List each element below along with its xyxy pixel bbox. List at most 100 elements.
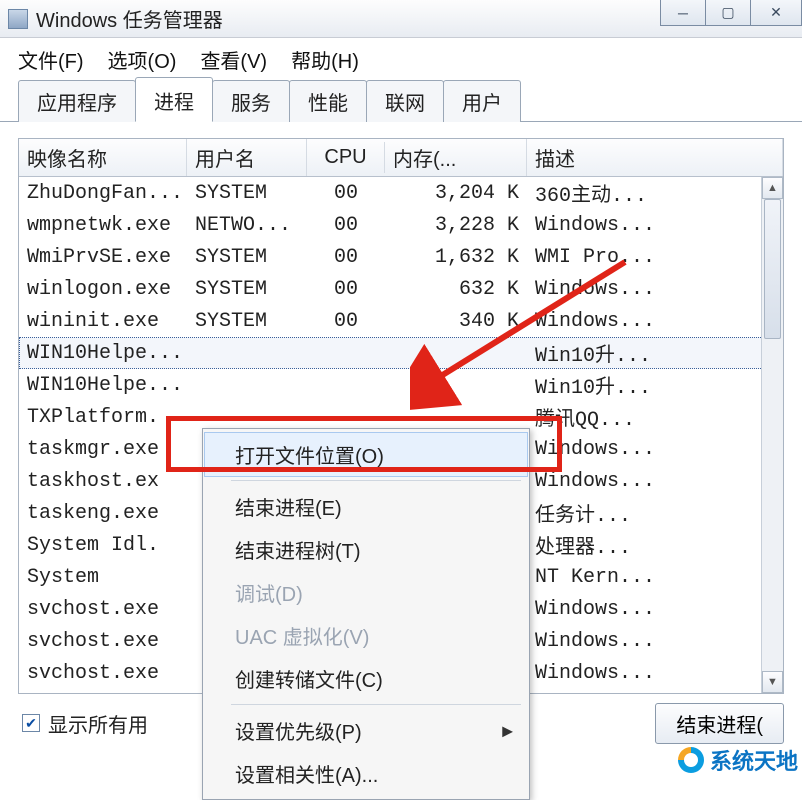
description-cell: Windows... [527,466,783,497]
table-row[interactable]: wininit.exeSYSTEM00340 KWindows... [19,305,783,337]
image-name-cell: taskeng.exe [19,498,187,529]
cpu-cell: 00 [307,274,385,305]
ctx-create-dump[interactable]: 创建转储文件(C) [205,657,527,700]
table-row[interactable]: ZhuDongFan...SYSTEM003,204 K360主动... [19,177,783,209]
menu-view[interactable]: 查看(V) [194,41,273,78]
tab-users[interactable]: 用户 [443,80,521,122]
table-row[interactable]: WIN10Helpe...Win10升... [19,369,783,401]
menu-help[interactable]: 帮助(H) [285,41,365,78]
ctx-open-file-location[interactable]: 打开文件位置(O) [204,432,528,477]
image-name-cell: WIN10Helpe... [19,338,187,369]
scroll-up-arrow[interactable]: ▲ [762,177,783,199]
ctx-uac-virtualization: UAC 虚拟化(V) [205,614,527,657]
memory-cell [385,381,527,389]
end-process-button[interactable]: 结束进程( [655,703,784,744]
col-cpu[interactable]: CPU [307,142,385,173]
description-cell: NT Kern... [527,562,783,593]
window-controls: ─ ▢ ✕ [661,0,802,26]
tab-processes[interactable]: 进程 [135,77,213,122]
ctx-end-process-tree[interactable]: 结束进程树(T) [205,528,527,571]
col-image-name[interactable]: 映像名称 [19,139,187,176]
description-cell: Windows... [527,658,783,689]
ctx-set-priority[interactable]: 设置优先级(P) ▶ [205,709,527,752]
tab-strip: 应用程序 进程 服务 性能 联网 用户 [0,76,802,122]
description-cell: 腾讯QQ... [527,398,783,436]
image-name-cell: svchost.exe [19,626,187,657]
minimize-button[interactable]: ─ [660,0,706,26]
user-cell: SYSTEM [187,306,307,337]
watermark-text: 系统天地 [710,744,798,776]
table-row[interactable]: winlogon.exeSYSTEM00632 KWindows... [19,273,783,305]
memory-cell: 340 K [385,306,527,337]
user-cell: NETWO... [187,210,307,241]
checkbox-icon: ✔ [22,714,40,732]
image-name-cell: svchost.exe [19,658,187,689]
col-user-name[interactable]: 用户名 [187,139,307,176]
memory-cell: 632 K [385,274,527,305]
ctx-set-affinity[interactable]: 设置相关性(A)... [205,752,527,795]
memory-cell: 3,204 K [385,178,527,209]
description-cell: 处理器... [527,526,783,564]
cpu-cell [307,349,385,357]
user-cell: SYSTEM [187,242,307,273]
col-description[interactable]: 描述 [527,139,783,176]
memory-cell: 3,228 K [385,210,527,241]
cpu-cell [307,413,385,421]
image-name-cell: TXPlatform. [19,402,187,433]
description-cell: Windows... [527,306,783,337]
tab-performance[interactable]: 性能 [289,80,367,122]
window-title: Windows 任务管理器 [36,4,223,33]
image-name-cell: taskhost.ex [19,466,187,497]
description-cell: Windows... [527,594,783,625]
watermark-icon [678,747,704,773]
ctx-debug: 调试(D) [205,571,527,614]
user-cell [187,413,307,421]
image-name-cell: WIN10Helpe... [19,370,187,401]
description-cell: Windows... [527,210,783,241]
image-name-cell: taskmgr.exe [19,434,187,465]
ctx-separator [231,704,521,705]
image-name-cell: ZhuDongFan... [19,178,187,209]
cpu-cell: 00 [307,178,385,209]
cpu-cell: 00 [307,306,385,337]
table-row[interactable]: WmiPrvSE.exeSYSTEM001,632 KWMI Pro... [19,241,783,273]
image-name-cell: winlogon.exe [19,274,187,305]
memory-cell [385,413,527,421]
app-icon [8,9,28,29]
table-row[interactable]: wmpnetwk.exeNETWO...003,228 KWindows... [19,209,783,241]
menu-options[interactable]: 选项(O) [102,41,183,78]
user-cell [187,349,307,357]
title-bar: Windows 任务管理器 ─ ▢ ✕ [0,0,802,38]
submenu-arrow-icon: ▶ [502,722,513,739]
table-row[interactable]: WIN10Helpe...Win10升... [19,337,783,369]
ctx-set-priority-label: 设置优先级(P) [235,722,362,744]
vertical-scrollbar[interactable]: ▲ ▼ [761,177,783,693]
cpu-cell [307,381,385,389]
description-cell: 360主动... [527,174,783,212]
menu-file[interactable]: 文件(F) [12,41,90,78]
ctx-end-process[interactable]: 结束进程(E) [205,485,527,528]
tab-networking[interactable]: 联网 [366,80,444,122]
description-cell: Windows... [527,434,783,465]
show-all-users-label: 显示所有用 [48,709,148,738]
scroll-thumb[interactable] [764,199,781,339]
menu-bar: 文件(F) 选项(O) 查看(V) 帮助(H) [0,38,802,76]
col-memory[interactable]: 内存(... [385,139,527,176]
cpu-cell: 00 [307,210,385,241]
scroll-track[interactable] [762,199,783,671]
image-name-cell: WmiPrvSE.exe [19,242,187,273]
cpu-cell: 00 [307,242,385,273]
scroll-down-arrow[interactable]: ▼ [762,671,783,693]
table-header: 映像名称 用户名 CPU 内存(... 描述 [19,139,783,177]
image-name-cell: System [19,562,187,593]
show-all-users-checkbox[interactable]: ✔ 显示所有用 [22,709,148,738]
description-cell: WMI Pro... [527,242,783,273]
close-button[interactable]: ✕ [750,0,802,26]
image-name-cell: svchost.exe [19,594,187,625]
user-cell: SYSTEM [187,178,307,209]
memory-cell: 1,632 K [385,242,527,273]
tab-applications[interactable]: 应用程序 [18,80,136,122]
image-name-cell: wmpnetwk.exe [19,210,187,241]
maximize-button[interactable]: ▢ [705,0,751,26]
tab-services[interactable]: 服务 [212,80,290,122]
